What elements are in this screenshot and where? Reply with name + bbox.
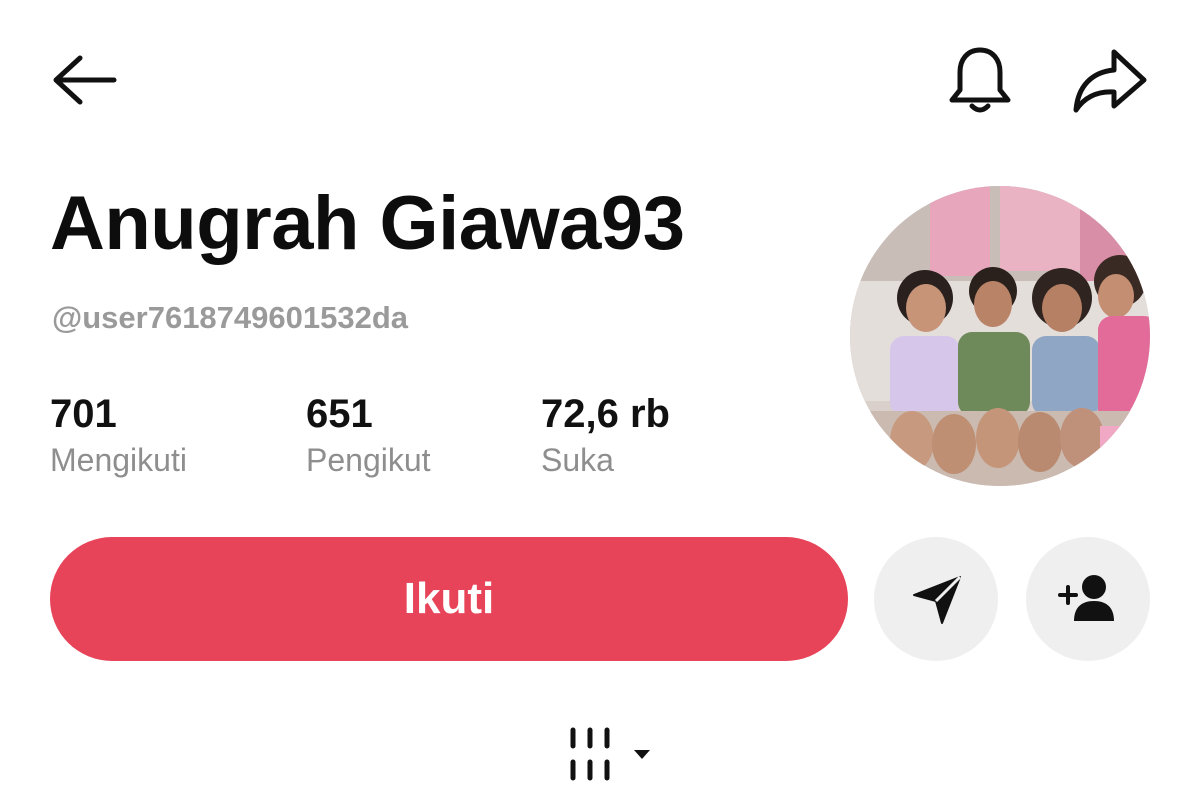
bell-icon [949, 47, 1011, 113]
videos-grid-icon [570, 727, 650, 781]
likes-count: 72,6 rb [541, 392, 670, 436]
message-button[interactable] [874, 537, 998, 661]
stat-followers[interactable]: 651 Pengikut [306, 392, 431, 479]
stat-following[interactable]: 701 Mengikuti [50, 392, 187, 479]
following-count: 701 [50, 392, 117, 436]
following-label: Mengikuti [50, 442, 187, 478]
display-name: Anugrah Giawa93 [50, 181, 685, 266]
username: @user7618749601532da [52, 300, 409, 335]
avatar[interactable] [850, 186, 1150, 486]
arrow-left-icon [53, 55, 117, 105]
likes-label: Suka [541, 442, 614, 478]
followers-count: 651 [306, 392, 373, 436]
profile-photo [850, 186, 1150, 486]
stat-likes: 72,6 rb Suka [541, 392, 670, 479]
followers-label: Pengikut [306, 442, 431, 478]
share-button[interactable] [1068, 46, 1150, 116]
send-message-icon [913, 575, 962, 624]
share-arrow-icon [1073, 49, 1147, 113]
caret-down-icon [634, 750, 650, 759]
add-friend-icon [1058, 575, 1114, 621]
notification-bell-button[interactable] [940, 44, 1020, 116]
add-friend-button[interactable] [1026, 537, 1150, 661]
back-button[interactable] [48, 48, 120, 112]
tab-videos-grid[interactable] [560, 724, 660, 786]
follow-button[interactable]: Ikuti [50, 537, 848, 661]
